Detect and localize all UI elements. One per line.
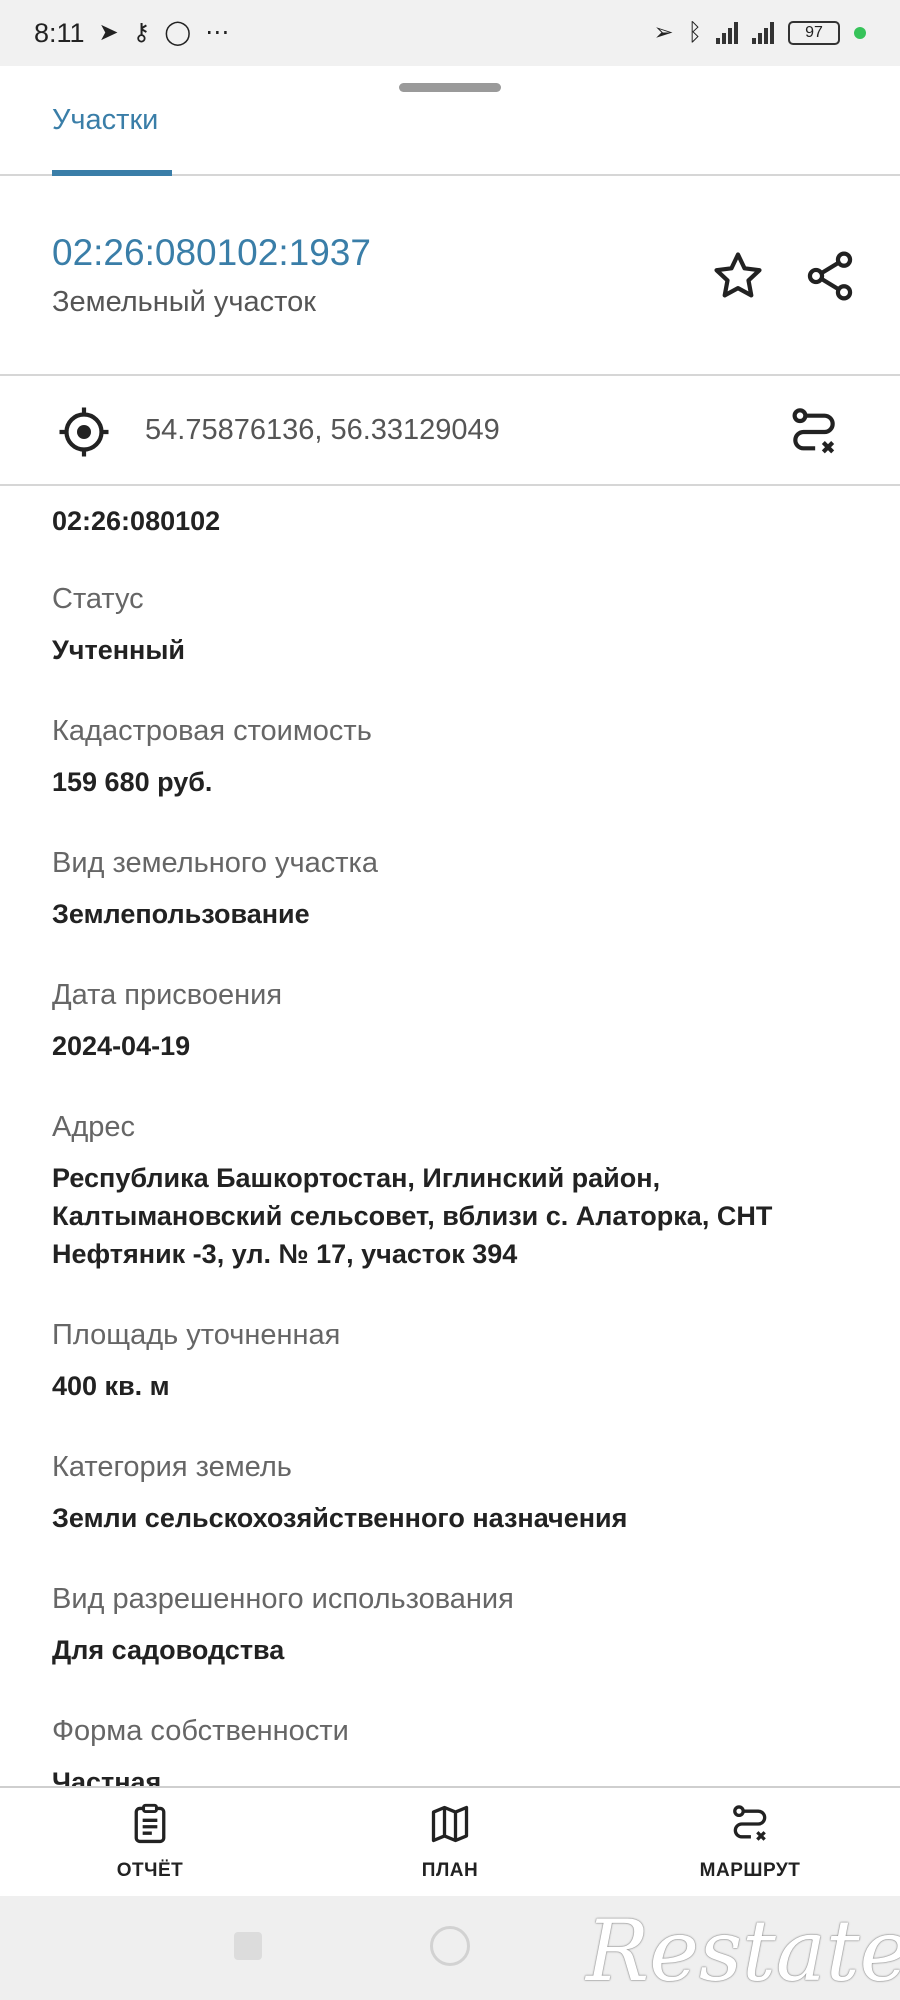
recents-button[interactable] — [234, 1932, 262, 1960]
report-button[interactable]: ОТЧЁТ — [60, 1802, 240, 1882]
battery-icon: 97 — [788, 21, 840, 45]
plan-label: ПЛАН — [421, 1860, 479, 1881]
route-label: МАРШРУТ — [699, 1860, 801, 1881]
field-value: 400 кв. м — [52, 1371, 170, 1401]
field-label: Вид земельного участка — [52, 847, 378, 879]
route-button[interactable] — [786, 404, 842, 460]
coordinates-text[interactable]: 54.75876136, 56.33129049 — [145, 414, 500, 447]
share-button[interactable] — [802, 248, 858, 304]
parcel-details: 02:26:080102 Статус Учтенный Кадастровая… — [52, 486, 852, 1801]
cadastral-quarter: 02:26:080102 — [52, 506, 221, 536]
field-assignment-date: Дата присвоения 2024-04-19 — [52, 977, 852, 1065]
field-value: 2024-04-19 — [52, 1031, 191, 1061]
system-nav-bar: Restate — [0, 1896, 900, 2000]
field-value: Землепользование — [52, 899, 310, 929]
clipboard-icon — [134, 1803, 166, 1844]
locate-button[interactable] — [56, 404, 112, 460]
map-icon — [431, 1805, 469, 1843]
tab-parcels[interactable]: Участки — [52, 104, 158, 137]
favorite-button[interactable] — [710, 248, 766, 304]
plan-button[interactable]: ПЛАН — [360, 1802, 540, 1882]
more-notifications-icon: ⋯ — [205, 19, 230, 46]
signal-icon-2 — [752, 22, 774, 44]
sheet-drag-handle[interactable] — [399, 83, 501, 92]
field-value: Республика Башкортостан, Иглинский район… — [52, 1163, 773, 1269]
field-parcel-kind: Вид земельного участка Землепользование — [52, 845, 852, 933]
bottom-action-bar: ОТЧЁТ ПЛАН МАРШРУТ — [0, 1786, 900, 1896]
field-label: Адрес — [52, 1111, 136, 1143]
location-arrow-icon: ➢ — [653, 19, 674, 46]
status-bar-right: ➢ ᛒ 97 — [653, 21, 866, 45]
field-value: Земли сельскохозяйственного назначения — [52, 1503, 628, 1533]
watermark: Restate — [586, 1902, 900, 2000]
field-address: Адрес Республика Башкортостан, Иглинский… — [52, 1109, 852, 1273]
cadastral-number[interactable]: 02:26:080102:1937 — [52, 232, 371, 274]
signal-icon — [716, 22, 738, 44]
field-label: Площадь уточненная — [52, 1319, 341, 1351]
field-value: 159 680 руб. — [52, 767, 213, 797]
status-bar-left: 8:11 ➤ ⚷ ◯ ⋯ — [34, 18, 229, 49]
report-label: ОТЧЁТ — [116, 1860, 184, 1881]
field-label: Статус — [52, 583, 144, 615]
field-label: Категория земель — [52, 1451, 292, 1483]
field-value: Для садоводства — [52, 1635, 285, 1665]
key-icon: ⚷ — [132, 19, 151, 46]
route-icon — [733, 1805, 767, 1841]
tab-bar: Участки — [0, 96, 900, 176]
telegram-icon: ➤ — [98, 19, 119, 46]
privacy-dot-icon — [854, 27, 866, 39]
field-land-category: Категория земель Земли сельскохозяйствен… — [52, 1449, 852, 1537]
chat-icon: ◯ — [164, 19, 192, 46]
status-time: 8:11 — [34, 17, 85, 48]
field-label: Вид разрешенного использования — [52, 1583, 514, 1615]
field-status: Статус Учтенный — [52, 581, 852, 669]
field-label: Дата присвоения — [52, 979, 283, 1011]
status-bar: 8:11 ➤ ⚷ ◯ ⋯ ➢ ᛒ 97 — [0, 0, 900, 66]
field-cadastral-cost: Кадастровая стоимость 159 680 руб. — [52, 713, 852, 801]
parcel-header: 02:26:080102:1937 Земельный участок — [0, 176, 900, 376]
share-icon — [807, 251, 853, 301]
field-area: Площадь уточненная 400 кв. м — [52, 1317, 852, 1405]
route-nav-button[interactable]: МАРШРУТ — [660, 1802, 840, 1882]
coordinates-row: 54.75876136, 56.33129049 — [0, 376, 900, 486]
field-label: Кадастровая стоимость — [52, 715, 372, 747]
crosshair-icon — [59, 407, 109, 457]
object-type: Земельный участок — [52, 286, 316, 318]
field-value: Учтенный — [52, 635, 185, 665]
star-icon — [714, 252, 762, 298]
field-permitted-use: Вид разрешенного использования Для садов… — [52, 1581, 852, 1669]
home-button[interactable] — [430, 1926, 470, 1966]
route-icon — [792, 408, 835, 454]
field-label: Форма собственности — [52, 1715, 349, 1747]
bluetooth-icon: ᛒ — [687, 19, 702, 46]
